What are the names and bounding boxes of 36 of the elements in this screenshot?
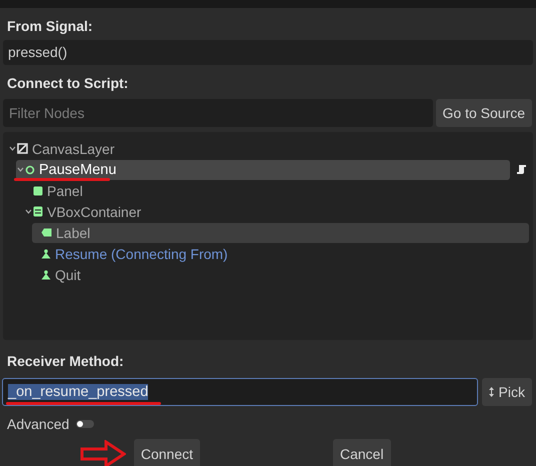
section-label: Receiver Method: (6, 352, 125, 371)
section-label: From Signal: (6, 17, 94, 36)
pick-button[interactable]: Pick (482, 378, 532, 406)
go-to-source-button[interactable]: Go to Source (436, 99, 532, 127)
advanced-toggle[interactable] (76, 420, 94, 428)
square-icon (33, 186, 43, 196)
tree-item[interactable]: VBoxContainer (24, 202, 529, 222)
method-field[interactable]: _on_resume_pressed (2, 378, 478, 406)
tree-item[interactable]: Label (32, 222, 529, 242)
filter-field[interactable]: Filter Nodes (3, 99, 432, 127)
canvas-layer-icon (17, 143, 28, 154)
tree-item[interactable]: Panel (24, 180, 529, 200)
node-name: Quit (55, 266, 81, 282)
dialog-button[interactable]: Cancel (333, 439, 391, 466)
node-name: CanvasLayer (32, 140, 114, 156)
section-label: Connect to Script: (6, 74, 130, 93)
figure-icon (41, 248, 51, 258)
tree-item[interactable]: Quit (32, 264, 529, 284)
node-name: VBoxContainer (47, 204, 142, 220)
method-value: _on_resume_pressed (8, 384, 148, 400)
tree-item[interactable]: Resume (Connecting From) (32, 244, 529, 264)
circle-icon (25, 164, 35, 174)
node-name: Label (56, 224, 90, 240)
figure-icon (41, 270, 51, 280)
dialog-button[interactable]: Connect (134, 439, 200, 466)
node-name: PauseMenu (39, 162, 116, 178)
tag-icon (41, 228, 52, 237)
up-down-icon (488, 387, 494, 397)
node-name: Resume (Connecting From) (55, 246, 228, 262)
node-name: Panel (47, 182, 83, 198)
advanced-label: Advanced (7, 416, 70, 432)
signal-field: pressed() (3, 40, 533, 65)
scroll-icon[interactable] (516, 164, 527, 175)
tree-item[interactable]: CanvasLayer (8, 138, 529, 158)
tree-item[interactable]: PauseMenu (16, 160, 510, 180)
vbox-icon (33, 206, 43, 217)
